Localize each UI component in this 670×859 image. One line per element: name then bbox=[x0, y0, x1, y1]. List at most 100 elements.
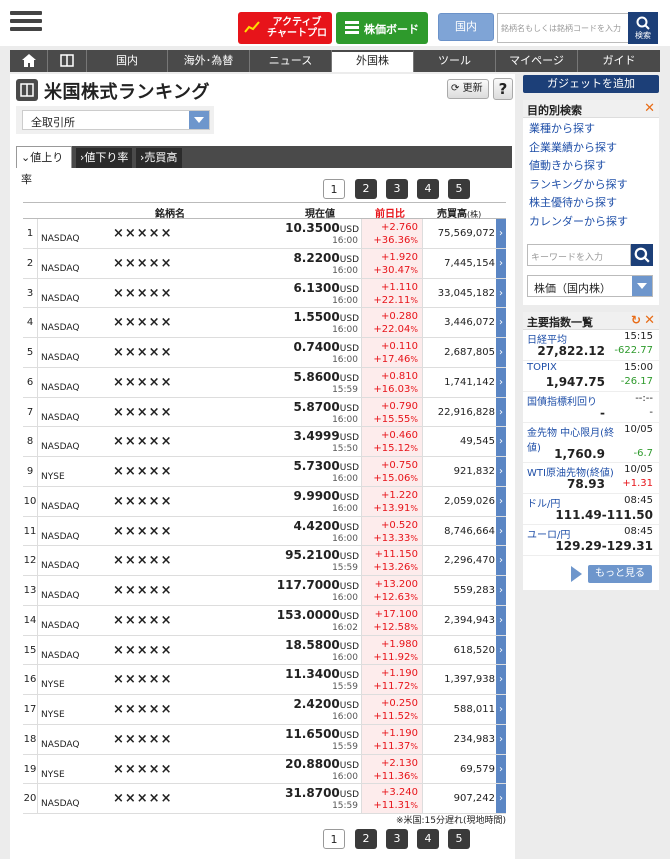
row-stock-name[interactable]: ××××× bbox=[113, 613, 172, 628]
add-gadget-button[interactable]: ガジェットを追加 bbox=[523, 75, 659, 93]
index-item[interactable]: TOPIX 15:00 1,947.75 -26.17 bbox=[523, 361, 659, 392]
row-stock-name[interactable]: ××××× bbox=[113, 375, 172, 390]
row-detail-arrow-icon[interactable]: › bbox=[496, 427, 506, 456]
page-3-button[interactable]: 3 bbox=[386, 179, 408, 199]
search-button[interactable]: 検索 bbox=[628, 12, 658, 44]
table-row[interactable]: 3 NASDAQ ××××× 6.1300USD 16:00 +1.110 +22.11% 3… bbox=[23, 278, 506, 309]
page-2-button[interactable]: 2 bbox=[355, 829, 377, 849]
table-row[interactable]: 18 NASDAQ ××××× 11.6500USD 15:59 +1.190 +11.37… bbox=[23, 724, 506, 755]
page-4-button[interactable]: 4 bbox=[417, 829, 439, 849]
row-detail-arrow-icon[interactable]: › bbox=[496, 219, 506, 248]
nav-news[interactable]: ニュース bbox=[250, 50, 332, 72]
row-stock-name[interactable]: ××××× bbox=[113, 286, 172, 301]
row-stock-name[interactable]: ××××× bbox=[113, 226, 172, 241]
link-price-movement[interactable]: 値動きから探す bbox=[523, 157, 659, 176]
row-detail-arrow-icon[interactable]: › bbox=[496, 695, 506, 724]
table-row[interactable]: 14 NASDAQ ××××× 153.0000USD 16:02 +17.100 +12.… bbox=[23, 605, 506, 636]
row-stock-name[interactable]: ××××× bbox=[113, 553, 172, 568]
row-detail-arrow-icon[interactable]: › bbox=[496, 665, 506, 694]
row-stock-name[interactable]: ××××× bbox=[113, 434, 172, 449]
row-stock-name[interactable]: ××××× bbox=[113, 732, 172, 747]
row-detail-arrow-icon[interactable]: › bbox=[496, 397, 506, 427]
show-more-button[interactable]: もっと見る bbox=[588, 565, 652, 583]
row-detail-arrow-icon[interactable]: › bbox=[496, 635, 506, 665]
exchange-select[interactable]: 全取引所 bbox=[22, 110, 210, 130]
page-3-button[interactable]: 3 bbox=[386, 829, 408, 849]
table-row[interactable]: 15 NASDAQ ××××× 18.5800USD 16:00 +1.980 +11.92… bbox=[23, 635, 506, 666]
row-detail-arrow-icon[interactable]: › bbox=[496, 486, 506, 516]
nav-home[interactable] bbox=[10, 50, 48, 72]
close-icon[interactable]: ✕ bbox=[644, 101, 655, 116]
link-shareholder-benefits[interactable]: 株主優待から探す bbox=[523, 194, 659, 213]
table-row[interactable]: 5 NASDAQ ××××× 0.7400USD 16:00 +0.110 +17.46% 2… bbox=[23, 338, 506, 368]
row-stock-name[interactable]: ××××× bbox=[113, 791, 172, 806]
row-stock-name[interactable]: ××××× bbox=[113, 464, 172, 479]
page-4-button[interactable]: 4 bbox=[417, 179, 439, 199]
page-1-button[interactable]: 1 bbox=[323, 179, 345, 199]
row-detail-arrow-icon[interactable]: › bbox=[496, 546, 506, 575]
tab-volume[interactable]: ›売買高 bbox=[136, 148, 182, 168]
active-chart-pro-button[interactable]: アクティブ チャートプロ bbox=[238, 12, 332, 44]
row-detail-arrow-icon[interactable]: › bbox=[496, 754, 506, 784]
stock-search-input[interactable]: 銘柄名もしくは銘柄コードを入力 bbox=[497, 13, 629, 43]
table-row[interactable]: 1 NASDAQ ××××× 10.3500USD 16:00 +2.760 +36.36%… bbox=[23, 219, 506, 249]
row-stock-name[interactable]: ××××× bbox=[113, 672, 172, 687]
row-stock-name[interactable]: ××××× bbox=[113, 256, 172, 271]
nav-domestic[interactable]: 国内 bbox=[87, 50, 168, 72]
row-stock-name[interactable]: ××××× bbox=[113, 702, 172, 717]
row-stock-name[interactable]: ××××× bbox=[113, 583, 172, 598]
table-row[interactable]: 10 NASDAQ ××××× 9.9900USD 16:00 +1.220 +13.91%… bbox=[23, 486, 506, 517]
row-detail-arrow-icon[interactable]: › bbox=[496, 516, 506, 546]
table-row[interactable]: 4 NASDAQ ××××× 1.5500USD 16:00 +0.280 +22.04% 3… bbox=[23, 308, 506, 338]
table-row[interactable]: 9 NYSE ××××× 5.7300USD 16:00 +0.750 +15.06% 921… bbox=[23, 457, 506, 487]
link-industry[interactable]: 業種から探す bbox=[523, 120, 659, 139]
row-detail-arrow-icon[interactable]: › bbox=[496, 576, 506, 605]
keyword-input[interactable]: キーワードを入力 bbox=[527, 244, 631, 266]
table-row[interactable]: 20 NASDAQ ××××× 31.8700USD 15:59 +3.240 +11.31… bbox=[23, 784, 506, 814]
refresh-button[interactable]: ⟳ 更新 bbox=[447, 79, 489, 99]
row-detail-arrow-icon[interactable]: › bbox=[496, 308, 506, 337]
row-detail-arrow-icon[interactable]: › bbox=[496, 278, 506, 308]
row-stock-name[interactable]: ××××× bbox=[113, 315, 172, 330]
table-row[interactable]: 8 NASDAQ ××××× 3.4999USD 15:50 +0.460 +15.12% 4… bbox=[23, 427, 506, 457]
row-detail-arrow-icon[interactable]: › bbox=[496, 248, 506, 278]
row-detail-arrow-icon[interactable]: › bbox=[496, 724, 506, 754]
row-stock-name[interactable]: ××××× bbox=[113, 405, 172, 420]
link-calendar[interactable]: カレンダーから探す bbox=[523, 213, 659, 232]
index-item[interactable]: 金先物 中心限月(終値) 10/05 1,760.9 -6.7 bbox=[523, 423, 659, 463]
table-row[interactable]: 7 NASDAQ ××××× 5.8700USD 16:00 +0.790 +15.55% 2… bbox=[23, 397, 506, 428]
table-row[interactable]: 19 NYSE ××××× 20.8800USD 16:00 +2.130 +11.36% 6… bbox=[23, 754, 506, 785]
index-item[interactable]: ドル/円 08:45 111.49-111.50 bbox=[523, 494, 659, 525]
domestic-button[interactable]: 国内 bbox=[438, 13, 494, 41]
table-row[interactable]: 13 NASDAQ ××××× 117.7000USD 16:00 +13.200 +12.… bbox=[23, 576, 506, 606]
link-earnings[interactable]: 企業業績から探す bbox=[523, 139, 659, 158]
keyword-search-button[interactable] bbox=[631, 244, 653, 266]
nav-tools[interactable]: ツール bbox=[414, 50, 496, 72]
row-detail-arrow-icon[interactable]: › bbox=[496, 338, 506, 367]
link-ranking[interactable]: ランキングから探す bbox=[523, 176, 659, 195]
index-item[interactable]: WTI原油先物(終値) 10/05 78.93 +1.31 bbox=[523, 463, 659, 494]
page-5-button[interactable]: 5 bbox=[448, 179, 470, 199]
index-item[interactable]: ユーロ/円 08:45 129.29-129.31 bbox=[523, 525, 659, 556]
nav-overseas-fx[interactable]: 海外･為替 bbox=[168, 50, 250, 72]
page-1-button[interactable]: 1 bbox=[323, 829, 345, 849]
row-detail-arrow-icon[interactable]: › bbox=[496, 784, 506, 813]
index-item[interactable]: 国債指標利回り --:-- - - bbox=[523, 392, 659, 423]
table-row[interactable]: 6 NASDAQ ××××× 5.8600USD 15:59 +0.810 +16.03% 1… bbox=[23, 367, 506, 398]
page-2-button[interactable]: 2 bbox=[355, 179, 377, 199]
tab-price-loss[interactable]: ›値下り率 bbox=[76, 148, 132, 168]
stock-board-button[interactable]: 株価ボード bbox=[336, 12, 428, 44]
nav-mypage[interactable]: マイページ bbox=[496, 50, 578, 72]
row-detail-arrow-icon[interactable]: › bbox=[496, 457, 506, 486]
index-item[interactable]: 日経平均 15:15 27,822.12 -622.77 bbox=[523, 330, 659, 361]
nav-book[interactable] bbox=[48, 50, 87, 72]
index-name[interactable]: TOPIX bbox=[527, 362, 557, 373]
row-detail-arrow-icon[interactable]: › bbox=[496, 367, 506, 397]
nav-guide[interactable]: ガイド bbox=[578, 50, 660, 72]
tab-price-gain[interactable]: ⌄値上り率 bbox=[16, 146, 72, 186]
table-row[interactable]: 16 NYSE ××××× 11.3400USD 15:59 +1.190 +11.72% 1… bbox=[23, 665, 506, 695]
hamburger-menu-icon[interactable] bbox=[10, 8, 42, 38]
row-stock-name[interactable]: ××××× bbox=[113, 643, 172, 658]
row-stock-name[interactable]: ××××× bbox=[113, 762, 172, 777]
table-row[interactable]: 17 NYSE ××××× 2.4200USD 16:00 +0.250 +11.52% 58… bbox=[23, 695, 506, 725]
